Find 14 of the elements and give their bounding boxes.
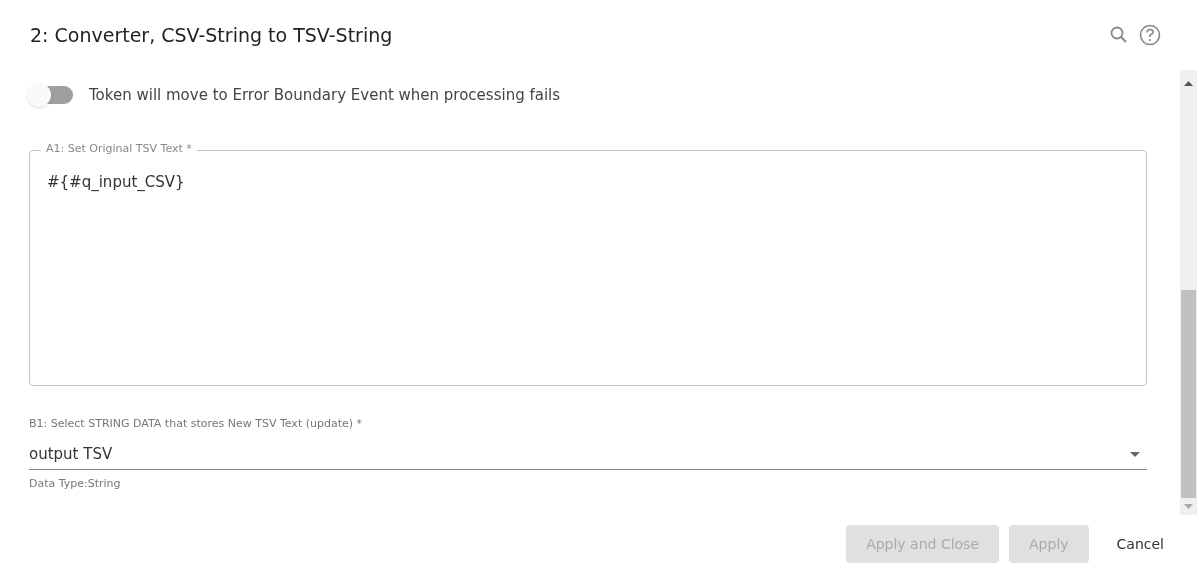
scrollbar-thumb[interactable] [1181, 290, 1196, 498]
dropdown-caret-icon [1130, 451, 1140, 457]
select-label: B1: Select STRING DATA that stores New TSV Text (update) * [29, 416, 364, 432]
toggle-switch[interactable] [29, 83, 75, 107]
cancel-button[interactable]: Cancel [1098, 525, 1182, 563]
helper-text: Data Type:String [29, 475, 122, 492]
scroll-up-icon[interactable] [1184, 81, 1193, 86]
select-field[interactable]: output TSV [29, 439, 1147, 470]
help-icon[interactable] [1139, 24, 1161, 46]
scroll-down-icon[interactable] [1184, 504, 1193, 509]
toggle-label: Token will move to Error Boundary Event when processing fails [89, 84, 561, 106]
search-icon[interactable] [1109, 25, 1129, 45]
scrollbar[interactable] [1180, 70, 1197, 515]
dialog-title: 2: Converter, CSV-String to TSV-String [30, 22, 394, 48]
